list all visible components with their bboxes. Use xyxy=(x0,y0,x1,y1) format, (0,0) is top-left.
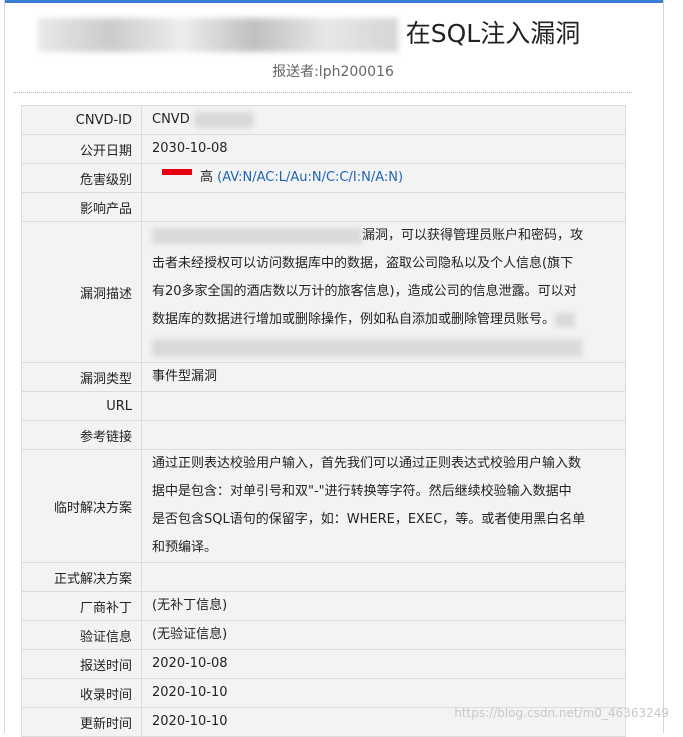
value-vendor-patch: (无补丁信息) xyxy=(141,591,626,621)
value-verification: (无验证信息) xyxy=(141,620,626,650)
redacted-text xyxy=(152,338,582,357)
label-report-time: 报送时间 xyxy=(21,649,142,679)
label-cnvd-id: CNVD-ID xyxy=(21,105,142,135)
value-description: 漏洞，可以获得管理员账户和密码，攻 击者未经授权可以访问数据库中的数据，盗取公司… xyxy=(141,221,626,363)
row-severity: 危害级别 高 (AV:N/AC:L/Au:N/C:C/I:N/A:N) xyxy=(21,163,626,193)
value-temp-solution: 通过正则表达校验用户输入，首先我们可以通过正则表达式校验用户输入数 据中是包含：… xyxy=(141,449,626,563)
row-verification: 验证信息 (无验证信息) xyxy=(21,620,626,650)
label-formal-solution: 正式解决方案 xyxy=(21,562,142,592)
label-temp-solution: 临时解决方案 xyxy=(21,449,142,563)
row-references: 参考链接 xyxy=(21,420,626,450)
redacted-text xyxy=(152,227,362,244)
label-publish-date: 公开日期 xyxy=(21,134,142,164)
value-vuln-type: 事件型漏洞 xyxy=(141,362,626,392)
row-temp-solution: 临时解决方案 通过正则表达校验用户输入，首先我们可以通过正则表达式校验用户输入数… xyxy=(21,449,626,563)
redacted-title-segment xyxy=(38,18,398,52)
value-url xyxy=(141,391,626,421)
row-formal-solution: 正式解决方案 xyxy=(21,562,626,592)
label-severity: 危害级别 xyxy=(21,163,142,193)
cvss-vector-link[interactable]: (AV:N/AC:L/Au:N/C:C/I:N/A:N) xyxy=(217,170,403,185)
submitter-label: 报送者:lph200016 xyxy=(272,64,394,80)
value-report-time: 2020-10-08 xyxy=(141,649,626,679)
watermark: https://blog.csdn.net/m0_46363249 xyxy=(454,706,669,720)
severity-bar-icon xyxy=(162,168,192,175)
value-severity: 高 (AV:N/AC:L/Au:N/C:C/I:N/A:N) xyxy=(141,163,626,193)
redacted-text xyxy=(555,312,576,327)
row-report-time: 报送时间 2020-10-08 xyxy=(21,649,626,679)
label-description: 漏洞描述 xyxy=(21,221,142,363)
label-record-time: 收录时间 xyxy=(21,678,142,708)
vulnerability-detail-table: CNVD-ID CNVD 公开日期 2030-10-08 危害级别 高 (AV:… xyxy=(21,105,626,737)
row-publish-date: 公开日期 2030-10-08 xyxy=(21,134,626,164)
row-vendor-patch: 厂商补丁 (无补丁信息) xyxy=(21,591,626,621)
row-cnvd-id: CNVD-ID CNVD xyxy=(21,105,626,135)
label-affected-product: 影响产品 xyxy=(21,192,142,222)
label-references: 参考链接 xyxy=(21,420,142,450)
row-url: URL xyxy=(21,391,626,421)
label-vendor-patch: 厂商补丁 xyxy=(21,591,142,621)
value-affected-product xyxy=(141,192,626,222)
value-record-time: 2020-10-10 xyxy=(141,678,626,708)
value-cnvd-id: CNVD xyxy=(141,105,626,135)
row-description: 漏洞描述 漏洞，可以获得管理员账户和密码，攻 击者未经授权可以访问数据库中的数据… xyxy=(21,221,626,363)
severity-level: 高 xyxy=(200,170,214,185)
header-divider xyxy=(14,92,632,93)
label-vuln-type: 漏洞类型 xyxy=(21,362,142,392)
label-update-time: 更新时间 xyxy=(21,707,142,737)
label-url: URL xyxy=(21,391,142,421)
row-record-time: 收录时间 2020-10-10 xyxy=(21,678,626,708)
row-affected-product: 影响产品 xyxy=(21,192,626,222)
value-formal-solution xyxy=(141,562,626,592)
redacted-id xyxy=(193,111,254,128)
row-vuln-type: 漏洞类型 事件型漏洞 xyxy=(21,362,626,392)
value-references xyxy=(141,420,626,450)
label-verification: 验证信息 xyxy=(21,620,142,650)
value-publish-date: 2030-10-08 xyxy=(141,134,626,164)
